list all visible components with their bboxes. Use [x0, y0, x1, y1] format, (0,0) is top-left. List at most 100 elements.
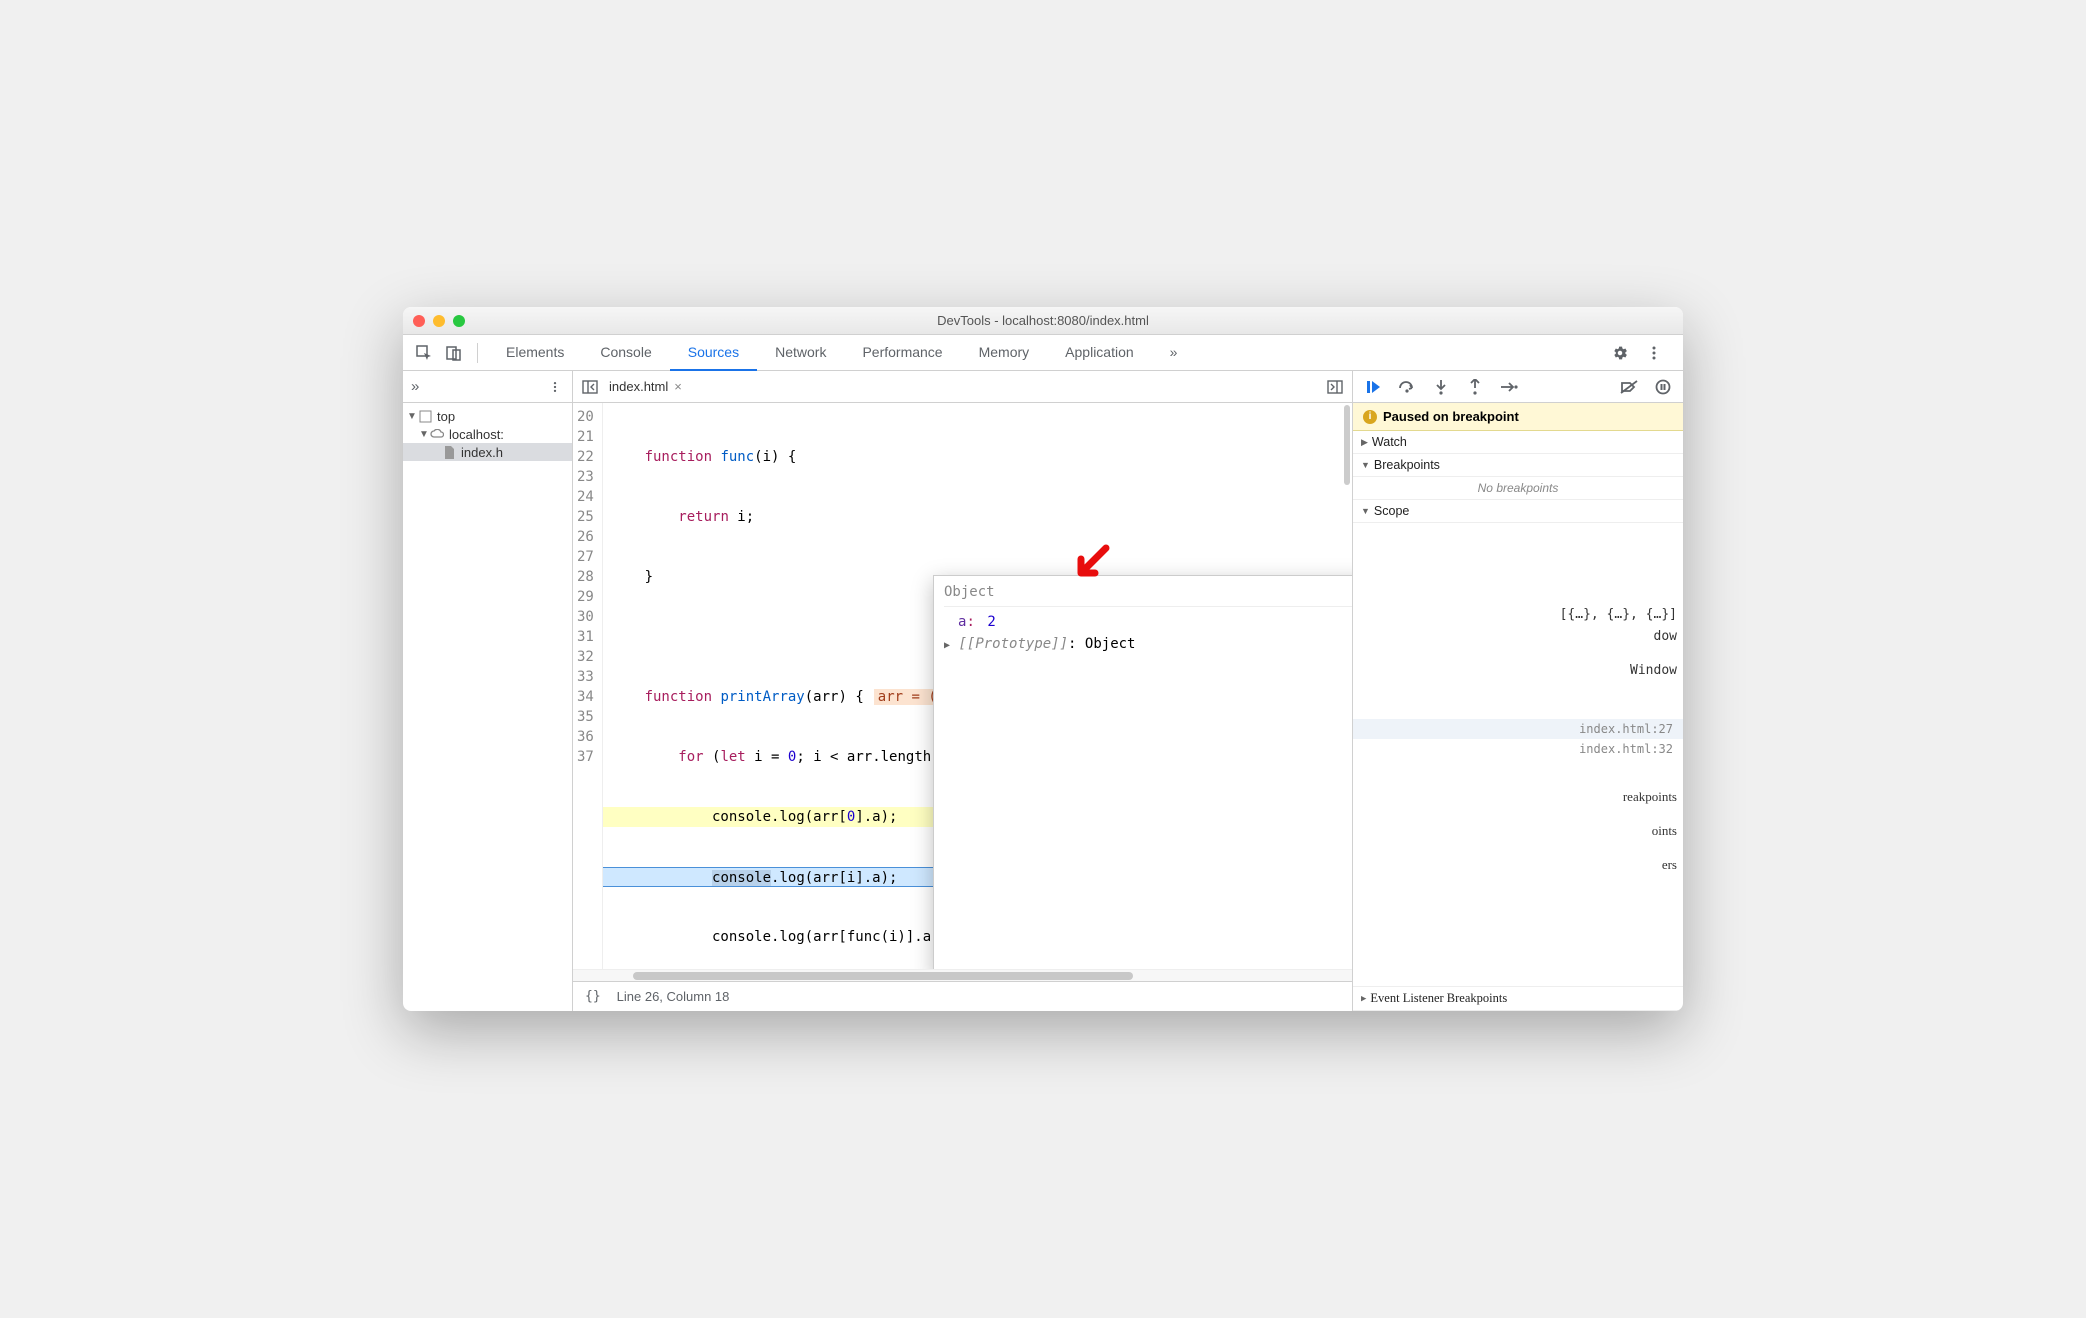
step-icon[interactable]: [1499, 377, 1519, 397]
cursor-position: Line 26, Column 18: [617, 989, 730, 1004]
debugger-pane: i Paused on breakpoint ▶ Watch ▼ Breakpo…: [1353, 371, 1683, 1011]
step-over-icon[interactable]: [1397, 377, 1417, 397]
tree-host-row[interactable]: ▼ localhost:: [403, 425, 572, 443]
toolbar-right: [1607, 340, 1675, 366]
tab-elements[interactable]: Elements: [488, 335, 582, 371]
popup-prototype-row[interactable]: ▶ [[Prototype]]: Object: [944, 633, 1352, 657]
tree-top-frame[interactable]: ▼ top: [403, 407, 572, 425]
editor-tabstrip: index.html ×: [573, 371, 1352, 403]
scope-value-fragment: [{…}, {…}, {…}]: [1560, 607, 1677, 622]
navigator-kebab-icon[interactable]: [546, 378, 564, 396]
scope-value-fragment: Window: [1630, 663, 1677, 678]
event-listener-breakpoints-header[interactable]: ▶ Event Listener Breakpoints: [1353, 986, 1683, 1011]
step-into-icon[interactable]: [1431, 377, 1451, 397]
gutter-line: 23: [577, 467, 594, 487]
tab-performance[interactable]: Performance: [844, 335, 960, 371]
main-area: » ▼ top ▼ localhost: index.h: [403, 371, 1683, 1011]
horizontal-scrollbar-thumb[interactable]: [633, 972, 1133, 980]
gutter-line: 35: [577, 707, 594, 727]
gutter-line: 27: [577, 547, 594, 567]
gutter-line: 32: [577, 647, 594, 667]
gutter-line: 26: [577, 527, 594, 547]
panel-tabs: Elements Console Sources Network Perform…: [488, 335, 1603, 371]
file-tab[interactable]: index.html ×: [609, 379, 682, 394]
scope-panel-header[interactable]: ▼ Scope: [1353, 500, 1683, 523]
watch-label: Watch: [1372, 435, 1407, 449]
minimize-window-button[interactable]: [433, 315, 445, 327]
resume-icon[interactable]: [1363, 377, 1383, 397]
cloud-icon: [429, 426, 445, 442]
gutter-line: 36: [577, 727, 594, 747]
value-hover-popup: Object a: 2 ▶ [[Prototype]]: Object: [933, 575, 1352, 969]
gutter-line: 28: [577, 567, 594, 587]
toggle-debugger-icon[interactable]: [1324, 376, 1346, 398]
navigator-overflow[interactable]: »: [411, 378, 419, 395]
window-title: DevTools - localhost:8080/index.html: [403, 313, 1683, 328]
maximize-window-button[interactable]: [453, 315, 465, 327]
tree-file-row[interactable]: index.h: [403, 443, 572, 461]
device-toolbar-icon[interactable]: [441, 340, 467, 366]
deactivate-breakpoints-icon[interactable]: [1619, 377, 1639, 397]
settings-icon[interactable]: [1607, 340, 1633, 366]
tree-file-label: index.h: [461, 445, 503, 460]
navigator-header: »: [403, 371, 572, 403]
panel-fragment: oints: [1652, 823, 1677, 839]
panel-fragment: reakpoints: [1623, 789, 1677, 805]
chevron-right-icon: ▶: [1361, 437, 1368, 448]
chevron-down-icon: ▼: [1361, 506, 1370, 516]
gutter-line: 30: [577, 607, 594, 627]
toggle-navigator-icon[interactable]: [579, 376, 601, 398]
paused-banner-text: Paused on breakpoint: [1383, 409, 1519, 424]
titlebar: DevTools - localhost:8080/index.html: [403, 307, 1683, 335]
scope-value-fragment: dow: [1654, 629, 1677, 644]
code-line: return i;: [603, 507, 1352, 527]
watch-panel-header[interactable]: ▶ Watch: [1353, 431, 1683, 454]
close-file-icon[interactable]: ×: [674, 379, 682, 394]
code-line: function func(i) {: [603, 447, 1352, 467]
step-out-icon[interactable]: [1465, 377, 1485, 397]
breakpoints-label: Breakpoints: [1374, 458, 1440, 472]
code-editor[interactable]: 20 21 22 23 24 25 26 27 28 29 30 31 32 3…: [573, 403, 1352, 969]
gutter-line: 34: [577, 687, 594, 707]
tab-console[interactable]: Console: [582, 335, 669, 371]
navigator-pane: » ▼ top ▼ localhost: index.h: [403, 371, 573, 1011]
kebab-menu-icon[interactable]: [1641, 340, 1667, 366]
devtools-window: DevTools - localhost:8080/index.html Ele…: [403, 307, 1683, 1011]
popup-property-row[interactable]: a: 2: [944, 611, 1352, 633]
popup-header: Object: [944, 582, 1352, 607]
tab-network[interactable]: Network: [757, 335, 844, 371]
gutter-line: 33: [577, 667, 594, 687]
pretty-print-icon[interactable]: {}: [585, 989, 601, 1004]
tree-top-label: top: [437, 409, 455, 424]
gutter-line: 37: [577, 747, 594, 767]
file-tab-label: index.html: [609, 379, 668, 394]
inspect-element-icon[interactable]: [411, 340, 437, 366]
breakpoints-panel-header[interactable]: ▼ Breakpoints: [1353, 454, 1683, 477]
tab-memory[interactable]: Memory: [961, 335, 1048, 371]
gutter-line: 31: [577, 627, 594, 647]
chevron-down-icon: ▼: [419, 429, 429, 440]
tab-application[interactable]: Application: [1047, 335, 1152, 371]
info-icon: i: [1363, 410, 1377, 424]
chevron-right-icon: ▶: [1361, 994, 1366, 1004]
scope-label: Scope: [1374, 504, 1409, 518]
callstack-row[interactable]: index.html:32: [1353, 739, 1683, 759]
file-icon: [441, 444, 457, 460]
vertical-scrollbar[interactable]: [1344, 405, 1350, 485]
tree-host-label: localhost:: [449, 427, 504, 442]
breakpoints-empty: No breakpoints: [1353, 477, 1683, 500]
chevron-down-icon: ▼: [407, 411, 417, 422]
callstack-row[interactable]: index.html:27: [1353, 719, 1683, 739]
pause-exceptions-icon[interactable]: [1653, 377, 1673, 397]
close-window-button[interactable]: [413, 315, 425, 327]
file-tree: ▼ top ▼ localhost: index.h: [403, 403, 572, 465]
gutter-line: 22: [577, 447, 594, 467]
horizontal-scrollbar-track[interactable]: [573, 969, 1352, 981]
editor-status-bar: {} Line 26, Column 18: [573, 981, 1352, 1011]
tabs-overflow[interactable]: »: [1152, 335, 1196, 371]
gutter-line: 25: [577, 507, 594, 527]
line-gutter: 20 21 22 23 24 25 26 27 28 29 30 31 32 3…: [573, 403, 603, 969]
tab-sources[interactable]: Sources: [670, 335, 757, 371]
divider: [477, 343, 478, 363]
chevron-down-icon: ▼: [1361, 460, 1370, 470]
